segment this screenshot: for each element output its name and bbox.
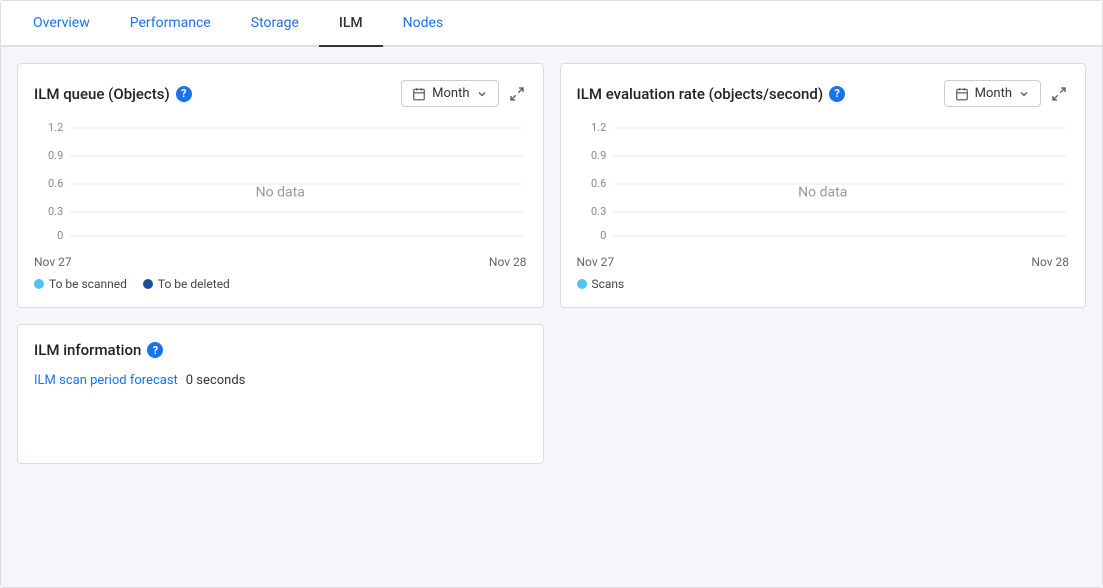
svg-text:1.2: 1.2 bbox=[590, 121, 605, 134]
nav-tabs: Overview Performance Storage ILM Nodes bbox=[1, 1, 1102, 47]
legend-label-deleted: To be deleted bbox=[158, 277, 230, 291]
ilm-queue-date-end: Nov 28 bbox=[489, 255, 527, 269]
legend-dot-scanned bbox=[34, 279, 44, 289]
ilm-eval-rate-month-label: Month bbox=[975, 86, 1012, 101]
ilm-queue-help-icon[interactable]: ? bbox=[176, 86, 192, 102]
ilm-eval-rate-header: ILM evaluation rate (objects/second) ? M… bbox=[577, 80, 1070, 107]
chevron-down-icon bbox=[476, 88, 488, 100]
ilm-eval-rate-title-group: ILM evaluation rate (objects/second) ? bbox=[577, 85, 846, 103]
svg-text:0.9: 0.9 bbox=[590, 149, 605, 162]
app-container: Overview Performance Storage ILM Nodes I… bbox=[0, 0, 1103, 588]
ilm-eval-rate-month-dropdown[interactable]: Month bbox=[944, 80, 1041, 107]
ilm-queue-header: ILM queue (Objects) ? Month bbox=[34, 80, 527, 107]
ilm-queue-date-start: Nov 27 bbox=[34, 255, 72, 269]
ilm-queue-title-group: ILM queue (Objects) ? bbox=[34, 85, 192, 103]
ilm-info-card: ILM information ? ILM scan period foreca… bbox=[17, 324, 544, 464]
ilm-eval-rate-no-data: No data bbox=[798, 184, 847, 200]
ilm-eval-rate-card: ILM evaluation rate (objects/second) ? M… bbox=[560, 63, 1087, 308]
legend-dot-deleted bbox=[143, 279, 153, 289]
tab-nodes[interactable]: Nodes bbox=[383, 1, 464, 47]
svg-text:0.6: 0.6 bbox=[590, 177, 605, 190]
calendar-icon bbox=[412, 87, 426, 101]
ilm-eval-rate-dates: Nov 27 Nov 28 bbox=[577, 255, 1070, 269]
ilm-queue-month-dropdown[interactable]: Month bbox=[401, 80, 498, 107]
tab-performance[interactable]: Performance bbox=[110, 1, 231, 47]
ilm-eval-rate-help-icon[interactable]: ? bbox=[829, 86, 845, 102]
ilm-scan-period-row: ILM scan period forecast 0 seconds bbox=[34, 373, 527, 388]
cards-top: ILM queue (Objects) ? Month bbox=[17, 63, 1086, 308]
ilm-eval-rate-title: ILM evaluation rate (objects/second) bbox=[577, 85, 824, 103]
legend-to-be-deleted: To be deleted bbox=[143, 277, 230, 291]
svg-text:1.2: 1.2 bbox=[48, 121, 63, 134]
legend-dot-scans bbox=[577, 279, 587, 289]
ilm-eval-rate-date-start: Nov 27 bbox=[577, 255, 615, 269]
ilm-queue-title: ILM queue (Objects) bbox=[34, 85, 170, 103]
svg-text:0.3: 0.3 bbox=[590, 205, 605, 218]
svg-text:0: 0 bbox=[600, 229, 606, 242]
ilm-queue-legend: To be scanned To be deleted bbox=[34, 277, 527, 291]
ilm-info-title-group: ILM information ? bbox=[34, 341, 163, 359]
svg-text:0.9: 0.9 bbox=[48, 149, 63, 162]
ilm-scan-period-label: ILM scan period forecast bbox=[34, 373, 178, 388]
ilm-eval-rate-controls: Month bbox=[944, 80, 1069, 107]
ilm-queue-no-data: No data bbox=[256, 184, 305, 200]
chevron-down-icon-right bbox=[1018, 88, 1030, 100]
calendar-icon-right bbox=[955, 87, 969, 101]
svg-text:0.6: 0.6 bbox=[48, 177, 63, 190]
ilm-queue-dates: Nov 27 Nov 28 bbox=[34, 255, 527, 269]
legend-label-scans: Scans bbox=[592, 277, 625, 291]
ilm-queue-month-label: Month bbox=[432, 86, 469, 101]
ilm-eval-rate-legend: Scans bbox=[577, 277, 1070, 291]
expand-icon-right bbox=[1051, 86, 1067, 102]
legend-label-scanned: To be scanned bbox=[49, 277, 127, 291]
ilm-queue-card: ILM queue (Objects) ? Month bbox=[17, 63, 544, 308]
tab-storage[interactable]: Storage bbox=[231, 1, 319, 47]
expand-icon bbox=[509, 86, 525, 102]
ilm-queue-controls: Month bbox=[401, 80, 526, 107]
ilm-info-help-icon[interactable]: ? bbox=[147, 342, 163, 358]
tab-overview[interactable]: Overview bbox=[13, 1, 110, 47]
legend-scans: Scans bbox=[577, 277, 625, 291]
svg-text:0.3: 0.3 bbox=[48, 205, 63, 218]
main-content: ILM queue (Objects) ? Month bbox=[1, 47, 1102, 587]
ilm-info-title: ILM information bbox=[34, 341, 141, 359]
ilm-queue-expand-button[interactable] bbox=[507, 84, 527, 104]
ilm-eval-rate-expand-button[interactable] bbox=[1049, 84, 1069, 104]
svg-text:0: 0 bbox=[57, 229, 63, 242]
legend-to-be-scanned: To be scanned bbox=[34, 277, 127, 291]
ilm-eval-rate-chart-area: 1.2 0.9 0.6 0.3 0 No data Nov 27 bbox=[577, 119, 1070, 269]
tab-ilm[interactable]: ILM bbox=[319, 1, 383, 47]
ilm-eval-rate-date-end: Nov 28 bbox=[1031, 255, 1069, 269]
ilm-queue-chart-area: 1.2 0.9 0.6 0.3 0 No data Nov bbox=[34, 119, 527, 269]
ilm-scan-period-value: 0 seconds bbox=[186, 373, 246, 388]
ilm-info-header: ILM information ? bbox=[34, 341, 527, 359]
